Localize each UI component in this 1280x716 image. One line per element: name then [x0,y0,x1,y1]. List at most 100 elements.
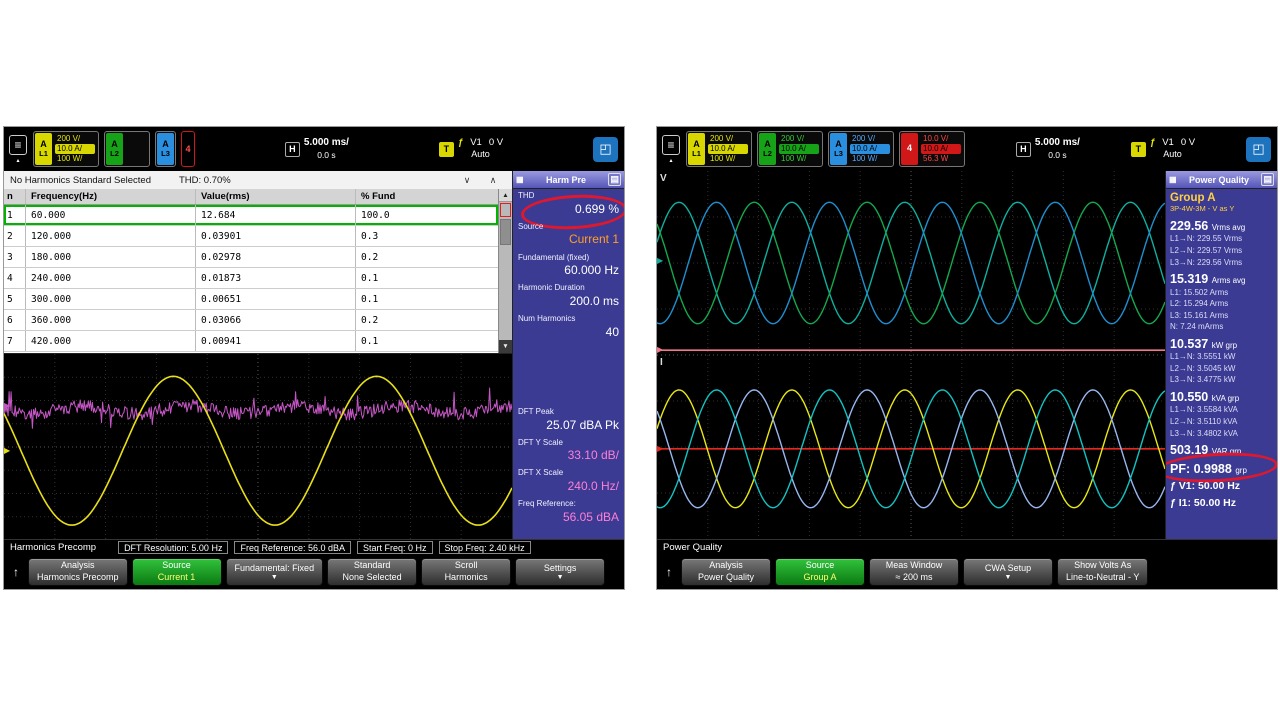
hamburger-menu-button[interactable]: ≡ ▴ [8,135,28,164]
scroll-thumb[interactable] [500,219,511,245]
cell: 0.1 [356,289,498,309]
table-row[interactable]: 2 120.000 0.03901 0.3 [4,226,498,247]
scroll-track[interactable] [499,202,512,340]
cwa-setup-softkey[interactable]: CWA Setup ▼ [963,558,1053,586]
panel-icon: ▦ [516,175,524,184]
power-quality-sidebar: ▦ Power Quality ▤ Group A 3P-4W-3M - V a… [1165,171,1277,539]
table-row[interactable]: 5 300.000 0.00651 0.1 [4,289,498,310]
fft-trace-marker-icon: ▶ [4,402,10,410]
fundamental-softkey[interactable]: Fundamental: Fixed ▼ [226,558,324,586]
settings-softkey[interactable]: Settings ▼ [515,558,605,586]
softkey-line2: Power Quality [698,572,754,584]
channel-1-phase: L1 [39,150,48,158]
fundamental-field[interactable]: Fundamental (fixed) 60.000 Hz [513,251,624,282]
scroll-softkey[interactable]: Scroll Harmonics [421,558,511,586]
unit: kVA grp [1212,394,1239,403]
source-softkey[interactable]: Source Group A [775,558,865,586]
harmonic-duration-value: 200.0 ms [518,293,619,309]
meas-window-softkey[interactable]: Meas Window ≈ 200 ms [869,558,959,586]
harmonics-table-grid: n Frequency(Hz) Value(rms) % Fund 1 60.0… [4,189,498,353]
arms-neutral: N: 7.24 mArms [1166,321,1277,333]
hamburger-icon: ≡ [14,139,21,151]
vrms-l1: L1→N: 229.55 Vrms [1166,233,1277,245]
channel-2-badge: A L2 [106,133,123,165]
channel-2-control[interactable]: A L2 200 V/ 10.0 A/ 100 W/ [757,131,823,167]
sidebar-header[interactable]: ▦ Harm Pre ▤ [513,171,624,189]
analysis-softkey[interactable]: Analysis Power Quality [681,558,771,586]
table-row[interactable]: 1 60.000 12.684 100.0 [4,205,498,226]
channel-4-badge: 4 [901,133,918,165]
dft-peak-label: DFT Peak [518,407,619,417]
horizontal-control[interactable]: H 5.000 ms/ 0.0 s [285,137,349,160]
harmonics-waveform-display[interactable]: ▶ ▶ [4,353,512,539]
channel-1-scales: 200 V/ 10.0 A/ 100 W/ [53,133,97,165]
num-harmonics-field[interactable]: Num Harmonics 40 [513,312,624,343]
touchscreen-button[interactable]: ◰ [593,137,618,162]
channel-1-control[interactable]: A L1 200 V/ 10.0 A/ 100 W/ [686,131,752,167]
channel-3-volt-scale: 200 V/ [850,134,890,144]
cell: 240.000 [26,268,196,288]
kw-l1: L1→N: 3.5551 kW [1166,351,1277,363]
table-row[interactable]: 7 420.000 0.00941 0.1 [4,331,498,352]
softkey-line1: Analysis [709,560,743,572]
dft-peak-field: DFT Peak 25.07 dBA Pk [513,405,624,436]
standard-status-text: No Harmonics Standard Selected [10,175,151,186]
statusbar: Harmonics Precomp DFT Resolution: 5.00 H… [4,539,624,555]
trigger-level: 0 V [1181,137,1195,149]
scroll-position-marker [500,203,511,217]
channel-4-control[interactable]: 4 [181,131,195,167]
hamburger-menu-button[interactable]: ≡ ▴ [661,135,681,164]
channel-3-control[interactable]: A L3 200 V/ 10.0 A/ 100 W/ [828,131,894,167]
value: 10.537 [1170,337,1208,351]
softkey-line1: Scroll [455,560,478,572]
touchscreen-button[interactable]: ◰ [1246,137,1271,162]
trigger-key: T [439,142,454,157]
pq-waveform-display[interactable]: V I ▶ ▶ ▶ [657,171,1165,539]
softkey-line2: Current 1 [158,572,196,584]
cell: 5 [4,289,26,309]
channel-1-control[interactable]: A L1 200 V/ 10.0 A/ 100 W/ [33,131,99,167]
source-field[interactable]: Source Current 1 [513,220,624,251]
dft-y-scale-value: 33.10 dB/ [518,447,619,463]
channel-2-control[interactable]: A L2 [104,131,150,167]
menu-back-button[interactable]: ↑ [8,565,24,579]
channel-3-badge: A L3 [830,133,847,165]
arms-l2: L2: 15.294 Arms [1166,298,1277,310]
analysis-softkey[interactable]: Analysis Harmonics Precomp [28,558,128,586]
scroll-up-button[interactable]: ▲ [499,189,512,202]
horizontal-control[interactable]: H 5.000 ms/ 0.0 s [1016,137,1080,160]
dft-x-scale-field[interactable]: DFT X Scale 240.0 Hz/ [513,466,624,497]
table-row[interactable]: 4 240.000 0.01873 0.1 [4,268,498,289]
expand-chevron-icon[interactable]: ∧ [480,175,506,186]
sidebar-menu-icon[interactable]: ▤ [1261,173,1274,186]
cell: 0.03066 [196,310,356,330]
dropdown-icon: ▼ [271,574,278,581]
scroll-down-button[interactable]: ▼ [499,340,512,353]
collapse-chevron-icon[interactable]: ∨ [454,175,480,186]
trigger-key: T [1131,142,1146,157]
menu-back-button[interactable]: ↑ [661,565,677,579]
channel-3-control[interactable]: A L3 [155,131,176,167]
source-softkey[interactable]: Source Current 1 [132,558,222,586]
sidebar-menu-icon[interactable]: ▤ [608,173,621,186]
table-row[interactable]: 3 180.000 0.02978 0.2 [4,247,498,268]
cell: 12.684 [196,205,356,225]
softkey-line2: Harmonics Precomp [37,572,119,584]
table-scrollbar[interactable]: ▲ ▼ [498,189,512,353]
dropdown-icon: ▼ [557,574,564,581]
standard-softkey[interactable]: Standard None Selected [327,558,417,586]
status-stop-freq: Stop Freq: 2.40 kHz [439,541,531,554]
table-row[interactable]: 6 360.000 0.03066 0.2 [4,310,498,331]
dft-x-scale-value: 240.0 Hz/ [518,478,619,494]
show-volts-as-softkey[interactable]: Show Volts As Line-to-Neutral - Y [1057,558,1148,586]
harmonic-duration-field[interactable]: Harmonic Duration 200.0 ms [513,281,624,312]
trigger-edge-icon: ƒ [1150,137,1155,149]
softkey-line2: Line-to-Neutral - Y [1066,572,1139,584]
value: 229.56 [1170,219,1208,233]
sidebar-header[interactable]: ▦ Power Quality ▤ [1166,171,1277,189]
dft-y-scale-field[interactable]: DFT Y Scale 33.10 dB/ [513,436,624,467]
channel-4-control[interactable]: 4 10.0 V/ 10.0 A/ 56.3 W [899,131,965,167]
trigger-control[interactable]: T ƒ V1 0 V Auto [1131,137,1195,160]
trigger-control[interactable]: T ƒ V1 0 V Auto [439,137,503,160]
freq-reference-field[interactable]: Freq Reference: 56.05 dBA [513,497,624,528]
